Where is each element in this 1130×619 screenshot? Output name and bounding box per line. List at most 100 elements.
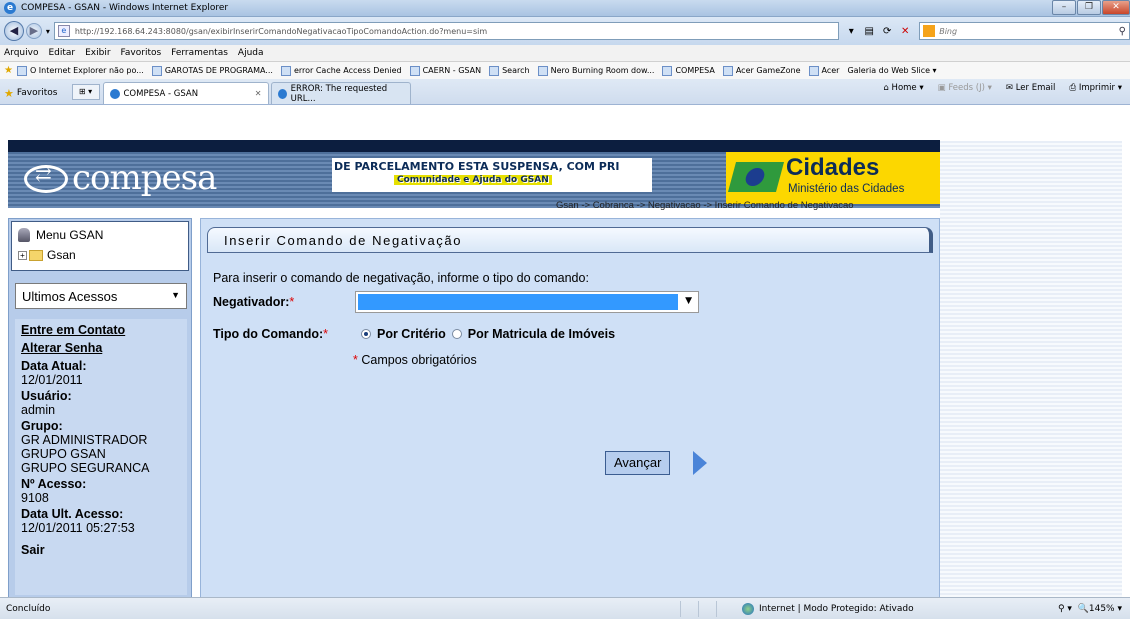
access-count-value: 9108 [21, 491, 49, 505]
radio-por-criterio[interactable]: Por Critério [361, 327, 446, 341]
url-dropdown-icon[interactable]: ▾ [843, 26, 859, 37]
print-button[interactable]: ⎙ Imprimir ▾ [1069, 83, 1122, 93]
flag-icon [727, 162, 785, 192]
home-button[interactable]: ⌂ Home ▾ [883, 83, 923, 93]
sidebar: Menu GSAN + Gsan Ultimos Acessos ▼ Entre… [8, 218, 192, 597]
user-label: Usuário: [21, 389, 72, 403]
last-access-value: 12/01/2011 05:27:53 [21, 521, 135, 535]
group-value: GR ADMINISTRADOR [21, 433, 148, 447]
link-item[interactable]: CAERN - GSAN [409, 65, 481, 76]
status-segment [680, 600, 698, 617]
logout-link[interactable]: Sair [21, 543, 181, 557]
ultimos-acessos-select[interactable]: Ultimos Acessos ▼ [15, 283, 187, 309]
link-item[interactable]: Acer [808, 65, 839, 76]
command-bar: ⌂ Home ▾ ▣ Feeds (J) ▾ ✉ Ler Email ⎙ Imp… [883, 83, 1122, 93]
tab-ie-icon [109, 88, 120, 99]
link-item[interactable]: GAROTAS DE PROGRAMA... [151, 65, 273, 76]
search-input[interactable]: Bing ⚲ [919, 22, 1130, 40]
negativador-label: Negativador:* [213, 295, 295, 309]
status-bar: Concluído Internet | Modo Protegido: Ati… [0, 597, 1130, 619]
tab-compesa[interactable]: COMPESA - GSAN ✕ [102, 82, 269, 104]
link-item[interactable]: Nero Burning Room dow... [537, 65, 654, 76]
search-placeholder[interactable]: Bing [939, 27, 1118, 36]
negativador-select[interactable]: ▼ [355, 291, 699, 313]
chevron-down-icon[interactable]: ▼ [685, 296, 692, 306]
compesa-logo[interactable]: compesa [24, 158, 217, 198]
status-text: Concluído [6, 603, 51, 614]
main-content: Inserir Comando de Negativação Para inse… [200, 218, 940, 597]
url-text[interactable]: http://192.168.64.243:8080/gsan/exibirIn… [75, 27, 487, 36]
menu-exibir[interactable]: Exibir [85, 48, 110, 58]
menu-node-gsan[interactable]: + Gsan [18, 248, 76, 262]
close-tab-icon[interactable]: ✕ [255, 89, 262, 98]
quick-tabs-button[interactable]: ⊞ ▾ [71, 84, 100, 100]
link-item[interactable]: Acer GameZone [722, 65, 801, 76]
user-info: Entre em Contato Alterar Senha Data Atua… [15, 319, 187, 595]
back-button[interactable]: ◀ [4, 21, 24, 41]
breadcrumb: Gsan -> Cobranca -> Negativacao -> Inser… [556, 200, 854, 211]
tipo-comando-group: Por Critério Por Matricula de Imóveis [361, 327, 621, 341]
arrow-right-icon[interactable] [693, 451, 707, 475]
group-value: GRUPO SEGURANCA [21, 461, 150, 475]
status-segment [716, 600, 734, 617]
help-link[interactable]: Comunidade e Ajuda do GSAN [394, 175, 552, 185]
menu-root[interactable]: Menu GSAN [18, 228, 103, 242]
ie-logo-icon: e [4, 2, 16, 14]
menu-favoritos[interactable]: Favoritos [121, 48, 162, 58]
favorites-bar: ★ O Internet Explorer não po... GAROTAS … [0, 62, 1130, 79]
user-value: admin [21, 403, 56, 417]
link-item[interactable]: COMPESA [662, 65, 715, 76]
site-top-band [8, 140, 940, 152]
expand-icon[interactable]: + [18, 250, 27, 260]
favorites-button[interactable]: ★ Favoritos [4, 82, 58, 104]
tab-error[interactable]: ERROR: The requested URL... [270, 82, 411, 104]
menu-ferramentas[interactable]: Ferramentas [171, 48, 228, 58]
search-icon[interactable]: ⚲ [1119, 26, 1126, 37]
menu-bar: Arquivo Editar Exibir Favoritos Ferramen… [0, 45, 1130, 62]
tab-ie-icon [277, 88, 287, 99]
background-stripes [940, 141, 1122, 597]
radio-unselected[interactable] [451, 329, 462, 339]
security-zone[interactable]: Internet | Modo Protegido: Ativado [742, 602, 1032, 615]
cidades-title: Cidades [786, 154, 880, 181]
menu-arquivo[interactable]: Arquivo [4, 48, 38, 58]
menu-editar[interactable]: Editar [48, 48, 75, 58]
address-bar: ◀ ▶ ▾ e http://192.168.64.243:8080/gsan/… [0, 17, 1130, 45]
date-value: 12/01/2011 [21, 373, 83, 387]
last-access-label: Data Ult. Acesso: [21, 507, 124, 521]
page-viewport: compesa DE PARCELAMENTO ESTA SUSPENSA, C… [0, 106, 1130, 597]
status-segment [698, 600, 716, 617]
url-field[interactable]: e http://192.168.64.243:8080/gsan/exibir… [53, 22, 840, 40]
history-dropdown-icon[interactable]: ▾ [46, 27, 50, 36]
link-item[interactable]: error Cache Access Denied [280, 65, 402, 76]
bing-icon [923, 25, 936, 37]
zoom-level[interactable]: ⚲ ▾ 🔍145% ▾ [1058, 604, 1122, 614]
folder-icon [29, 249, 43, 261]
user-icon [18, 228, 30, 242]
feeds-button[interactable]: ▣ Feeds (J) ▾ [938, 83, 992, 93]
group-label: Grupo: [21, 419, 63, 433]
maximize-button[interactable]: ❐ [1077, 0, 1101, 15]
menu-ajuda[interactable]: Ajuda [238, 48, 264, 58]
link-item[interactable]: Galeria do Web Slice ▾ [847, 66, 936, 75]
stop-icon[interactable]: ✕ [897, 26, 913, 37]
close-window-button[interactable]: ✕ [1102, 0, 1130, 15]
contact-link[interactable]: Entre em Contato [21, 323, 181, 337]
compatibility-icon[interactable]: ▤ [861, 26, 877, 37]
compesa-oval-icon [24, 162, 68, 193]
change-password-link[interactable]: Alterar Senha [21, 341, 181, 355]
add-favorite-icon[interactable]: ★ [4, 65, 13, 76]
link-item[interactable]: Search [489, 65, 530, 76]
radio-selected[interactable] [361, 329, 371, 339]
forward-button[interactable]: ▶ [25, 23, 42, 39]
globe-icon [742, 602, 754, 615]
page-icon: e [57, 25, 70, 37]
next-button[interactable]: Avançar [605, 451, 671, 475]
radio-por-matricula[interactable]: Por Matricula de Imóveis [451, 327, 615, 341]
refresh-icon[interactable]: ⟳ [879, 26, 895, 37]
link-item[interactable]: O Internet Explorer não po... [16, 65, 144, 76]
read-email-button[interactable]: ✉ Ler Email [1006, 83, 1055, 93]
date-label: Data Atual: [21, 359, 87, 373]
ministerio-text: Ministério das Cidades [788, 183, 905, 195]
minimize-button[interactable]: – [1052, 0, 1076, 15]
